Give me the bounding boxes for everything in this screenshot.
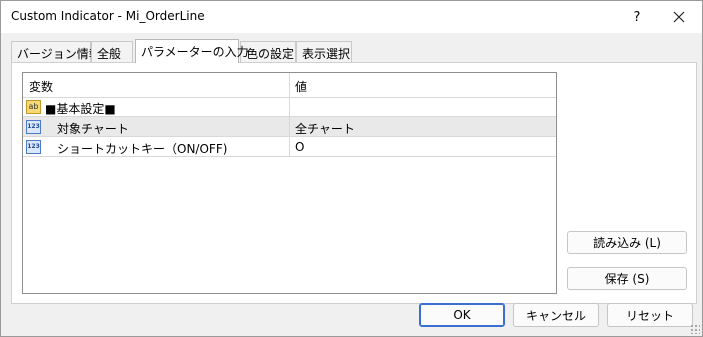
window-title: Custom Indicator - Mi_OrderLine (11, 9, 205, 23)
parameter-value[interactable]: O (295, 140, 304, 154)
tab-label: 全般 (97, 47, 122, 61)
title-bar: Custom Indicator - Mi_OrderLine ? (1, 1, 702, 33)
numeric-123-icon: 123 (26, 120, 41, 134)
load-button-label: 読み込み (L) (593, 236, 661, 250)
reset-button-label: リセット (625, 308, 674, 323)
tab-inputs[interactable]: パラメーターの入力 (135, 39, 249, 63)
close-icon (673, 11, 685, 23)
close-button[interactable] (665, 5, 693, 29)
save-button[interactable]: 保存 (S) (567, 267, 687, 290)
tab-visualization[interactable]: 表示選択 (296, 41, 352, 62)
tab-label: パラメーターの入力 (141, 45, 249, 59)
tab-label: 表示選択 (302, 47, 351, 61)
ok-button-label: OK (453, 308, 471, 322)
help-button[interactable]: ? (623, 5, 651, 29)
cancel-button-label: キャンセル (525, 308, 586, 323)
tab-version-info[interactable]: バージョン情報 (11, 41, 101, 62)
tab-content: 変数 値 ab ■基本設定■ 123 対象チャート 全チャート 123 ショート… (11, 62, 697, 304)
numeric-123-icon: 123 (26, 140, 41, 154)
parameter-name: ショートカットキー（ON/OFF) (57, 142, 228, 156)
parameter-name: 対象チャート (57, 122, 129, 136)
tab-general[interactable]: 全般 (91, 41, 133, 62)
table-row[interactable]: 123 ショートカットキー（ON/OFF) O (23, 137, 556, 157)
group-row[interactable]: ab ■基本設定■ (23, 97, 556, 117)
dialog-window: Custom Indicator - Mi_OrderLine ? バージョン情… (0, 0, 703, 337)
ok-button[interactable]: OK (419, 303, 505, 327)
tab-label: 色の設定 (246, 47, 295, 61)
cancel-button[interactable]: キャンセル (513, 303, 599, 327)
column-header-variable[interactable]: 変数 (29, 78, 53, 95)
tab-bar: バージョン情報 全般 パラメーターの入力 色の設定 表示選択 (11, 39, 697, 63)
reset-button[interactable]: リセット (607, 303, 693, 327)
help-icon: ? (633, 9, 641, 25)
parameter-grid[interactable]: 変数 値 ab ■基本設定■ 123 対象チャート 全チャート 123 ショート… (22, 72, 557, 294)
parameter-value[interactable]: 全チャート (295, 120, 355, 137)
abc-icon: ab (26, 100, 41, 114)
group-label: ■基本設定■ (45, 102, 116, 116)
column-header-value[interactable]: 値 (295, 78, 307, 95)
tab-label: バージョン情報 (17, 47, 101, 61)
save-button-label: 保存 (S) (604, 272, 650, 286)
resize-grip[interactable] (690, 324, 700, 334)
load-button[interactable]: 読み込み (L) (567, 231, 687, 254)
